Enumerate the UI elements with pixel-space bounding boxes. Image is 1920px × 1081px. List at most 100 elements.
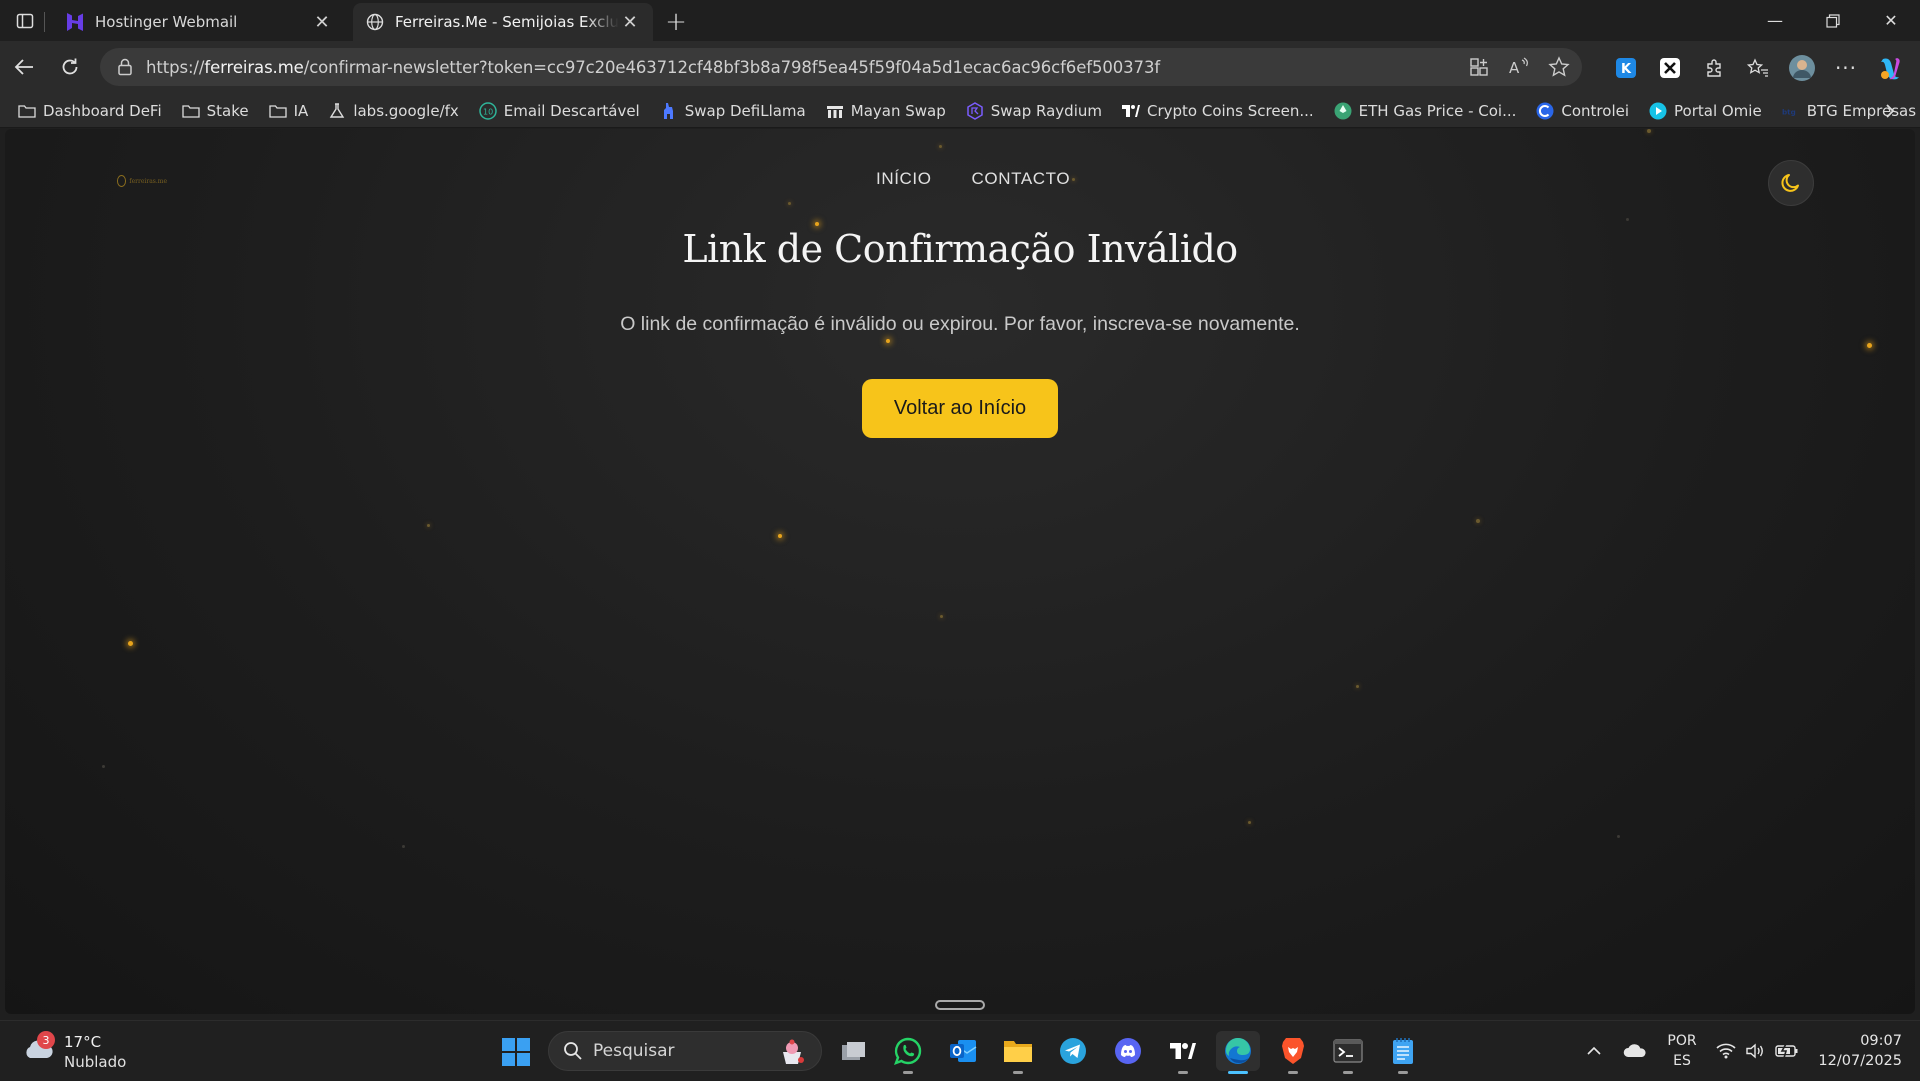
back-home-button[interactable]: Voltar ao Início — [862, 379, 1058, 438]
url-host: ferreiras.me — [204, 57, 304, 77]
new-tab-button[interactable]: + — [657, 3, 695, 41]
language-code: POR — [1667, 1033, 1697, 1049]
tab-title: Ferreiras.Me - Semijoias Exclusivas — [395, 13, 619, 31]
browser-tab-strip: Hostinger Webmail ✕ Ferreiras.Me - Semij… — [0, 0, 1920, 41]
url-text: https://ferreiras.me/confirmar-newslette… — [146, 58, 1160, 77]
file-explorer-app[interactable] — [996, 1031, 1040, 1074]
brave-app[interactable] — [1271, 1031, 1315, 1074]
bookmark-label: ETH Gas Price - Coi... — [1358, 101, 1517, 120]
extensions-puzzle-icon[interactable] — [1692, 48, 1736, 88]
back-button[interactable] — [2, 47, 46, 87]
onedrive-tray[interactable] — [1620, 1021, 1650, 1081]
windows-logo-icon — [502, 1038, 515, 1051]
kraken-extension-icon[interactable]: K — [1604, 48, 1648, 88]
folder-icon — [18, 102, 36, 120]
sidebar-toggle-icon — [16, 13, 34, 29]
sparkle-particle — [1867, 343, 1872, 348]
bookmark-mayan-swap[interactable]: Mayan Swap — [820, 97, 952, 125]
address-bar[interactable]: https://ferreiras.me/confirmar-newslette… — [100, 48, 1582, 86]
bookmark-label: Email Descartável — [503, 101, 640, 120]
browser-toolbar: https://ferreiras.me/confirmar-newslette… — [0, 41, 1920, 94]
edge-icon — [1225, 1037, 1251, 1064]
site-logo[interactable]: ferreiras.me — [117, 174, 167, 188]
profile-avatar[interactable] — [1780, 48, 1824, 88]
wifi-tray[interactable] — [1713, 1021, 1739, 1081]
tab-hostinger-webmail[interactable]: Hostinger Webmail ✕ — [53, 3, 345, 41]
restore-button[interactable] — [1804, 0, 1862, 41]
telegram-app[interactable] — [1051, 1031, 1095, 1071]
minimize-button[interactable]: — — [1746, 0, 1804, 41]
tab-close-icon[interactable]: ✕ — [619, 11, 641, 33]
window-controls: — ✕ — [1746, 0, 1920, 41]
bookmark-label: Mayan Swap — [850, 101, 946, 120]
bookmark-labs-google[interactable]: labs.google/fx — [322, 97, 464, 125]
weather-widget[interactable]: 3 17°C Nublado — [22, 1030, 142, 1072]
nav-link-inicio[interactable]: INÍCIO — [876, 169, 932, 189]
task-view-button[interactable] — [832, 1031, 876, 1071]
system-clock[interactable]: 09:07 12/07/2025 — [1812, 1031, 1902, 1071]
site-info-icon[interactable] — [114, 56, 136, 78]
search-highlight-icon — [783, 1039, 804, 1064]
sparkle-particle — [1356, 685, 1359, 688]
bookmark-stake[interactable]: Stake — [176, 97, 255, 125]
taskbar-search[interactable]: Pesquisar — [548, 1031, 822, 1071]
x-extension-icon[interactable] — [1648, 48, 1692, 88]
bookmark-controlei[interactable]: Controlei — [1530, 97, 1635, 125]
theme-toggle-button[interactable] — [1768, 160, 1814, 206]
bookmark-portal-omie[interactable]: Portal Omie — [1643, 97, 1768, 125]
outlook-app[interactable] — [941, 1031, 985, 1071]
sparkle-particle — [128, 641, 133, 646]
copilot-icon[interactable] — [1868, 48, 1912, 88]
volume-tray[interactable] — [1742, 1021, 1768, 1081]
bookmark-email-descartavel[interactable]: 10 Email Descartável — [473, 97, 646, 125]
notepad-app[interactable] — [1381, 1031, 1425, 1074]
show-hidden-icons-button[interactable] — [1580, 1021, 1608, 1081]
bookmark-dashboard-defi[interactable]: Dashboard DeFi — [12, 97, 168, 125]
edge-app[interactable] — [1216, 1031, 1260, 1074]
bookmark-swap-raydium[interactable]: Swap Raydium — [960, 97, 1108, 125]
logo-text: ferreiras.me — [129, 177, 167, 185]
close-window-button[interactable]: ✕ — [1862, 0, 1920, 41]
tab-actions-button[interactable] — [6, 2, 44, 40]
input-language-indicator[interactable]: POR ES — [1665, 1031, 1699, 1071]
raydium-icon — [966, 101, 984, 120]
bookmark-crypto-coins[interactable]: Crypto Coins Screen... — [1116, 97, 1320, 125]
outlook-icon — [950, 1040, 977, 1062]
tradingview-icon — [1170, 1043, 1196, 1059]
gas-icon — [1334, 102, 1352, 120]
sparkle-particle — [778, 534, 782, 538]
bookmarks-overflow-button[interactable] — [1876, 97, 1904, 125]
search-label: Pesquisar — [593, 1041, 675, 1061]
read-aloud-icon[interactable]: A — [1506, 54, 1532, 80]
folder-icon — [268, 102, 287, 120]
tab-ferreiras[interactable]: Ferreiras.Me - Semijoias Exclusivas ✕ — [353, 3, 653, 41]
site-header: ferreiras.me INÍCIO CONTACTO — [5, 160, 1915, 206]
battery-tray[interactable] — [1772, 1021, 1802, 1081]
terminal-app[interactable] — [1326, 1031, 1370, 1074]
bookmark-label: IA — [293, 101, 309, 120]
site-menu: INÍCIO CONTACTO — [876, 169, 1070, 189]
bookmark-eth-gas[interactable]: ETH Gas Price - Coi... — [1328, 97, 1523, 125]
svg-text:K: K — [1621, 62, 1632, 77]
tab-close-icon[interactable]: ✕ — [311, 11, 333, 33]
tradingview-app[interactable] — [1161, 1031, 1205, 1074]
whatsapp-app[interactable] — [886, 1031, 930, 1074]
more-options-icon[interactable]: ··· — [1824, 48, 1868, 88]
reload-button[interactable] — [48, 47, 92, 87]
favorite-star-icon[interactable] — [1546, 54, 1572, 80]
hostinger-icon — [65, 12, 85, 32]
page-title: Link de Confirmação Inválido — [682, 227, 1238, 271]
svg-text:btg: btg — [1782, 107, 1796, 116]
bookmark-swap-defillama[interactable]: Swap DefiLlama — [654, 97, 812, 125]
app-available-icon[interactable] — [1466, 54, 1492, 80]
controlei-icon — [1536, 102, 1554, 120]
start-button[interactable] — [502, 1038, 530, 1066]
toolbar-extensions: K ··· — [1604, 41, 1920, 94]
nav-link-contacto[interactable]: CONTACTO — [972, 169, 1071, 189]
sparkle-particle — [1476, 519, 1480, 523]
favorites-icon[interactable] — [1736, 48, 1780, 88]
discord-app[interactable] — [1106, 1031, 1150, 1071]
omie-icon — [1649, 102, 1667, 120]
scroll-indicator[interactable] — [935, 1000, 985, 1010]
bookmark-ia[interactable]: IA — [263, 97, 315, 125]
